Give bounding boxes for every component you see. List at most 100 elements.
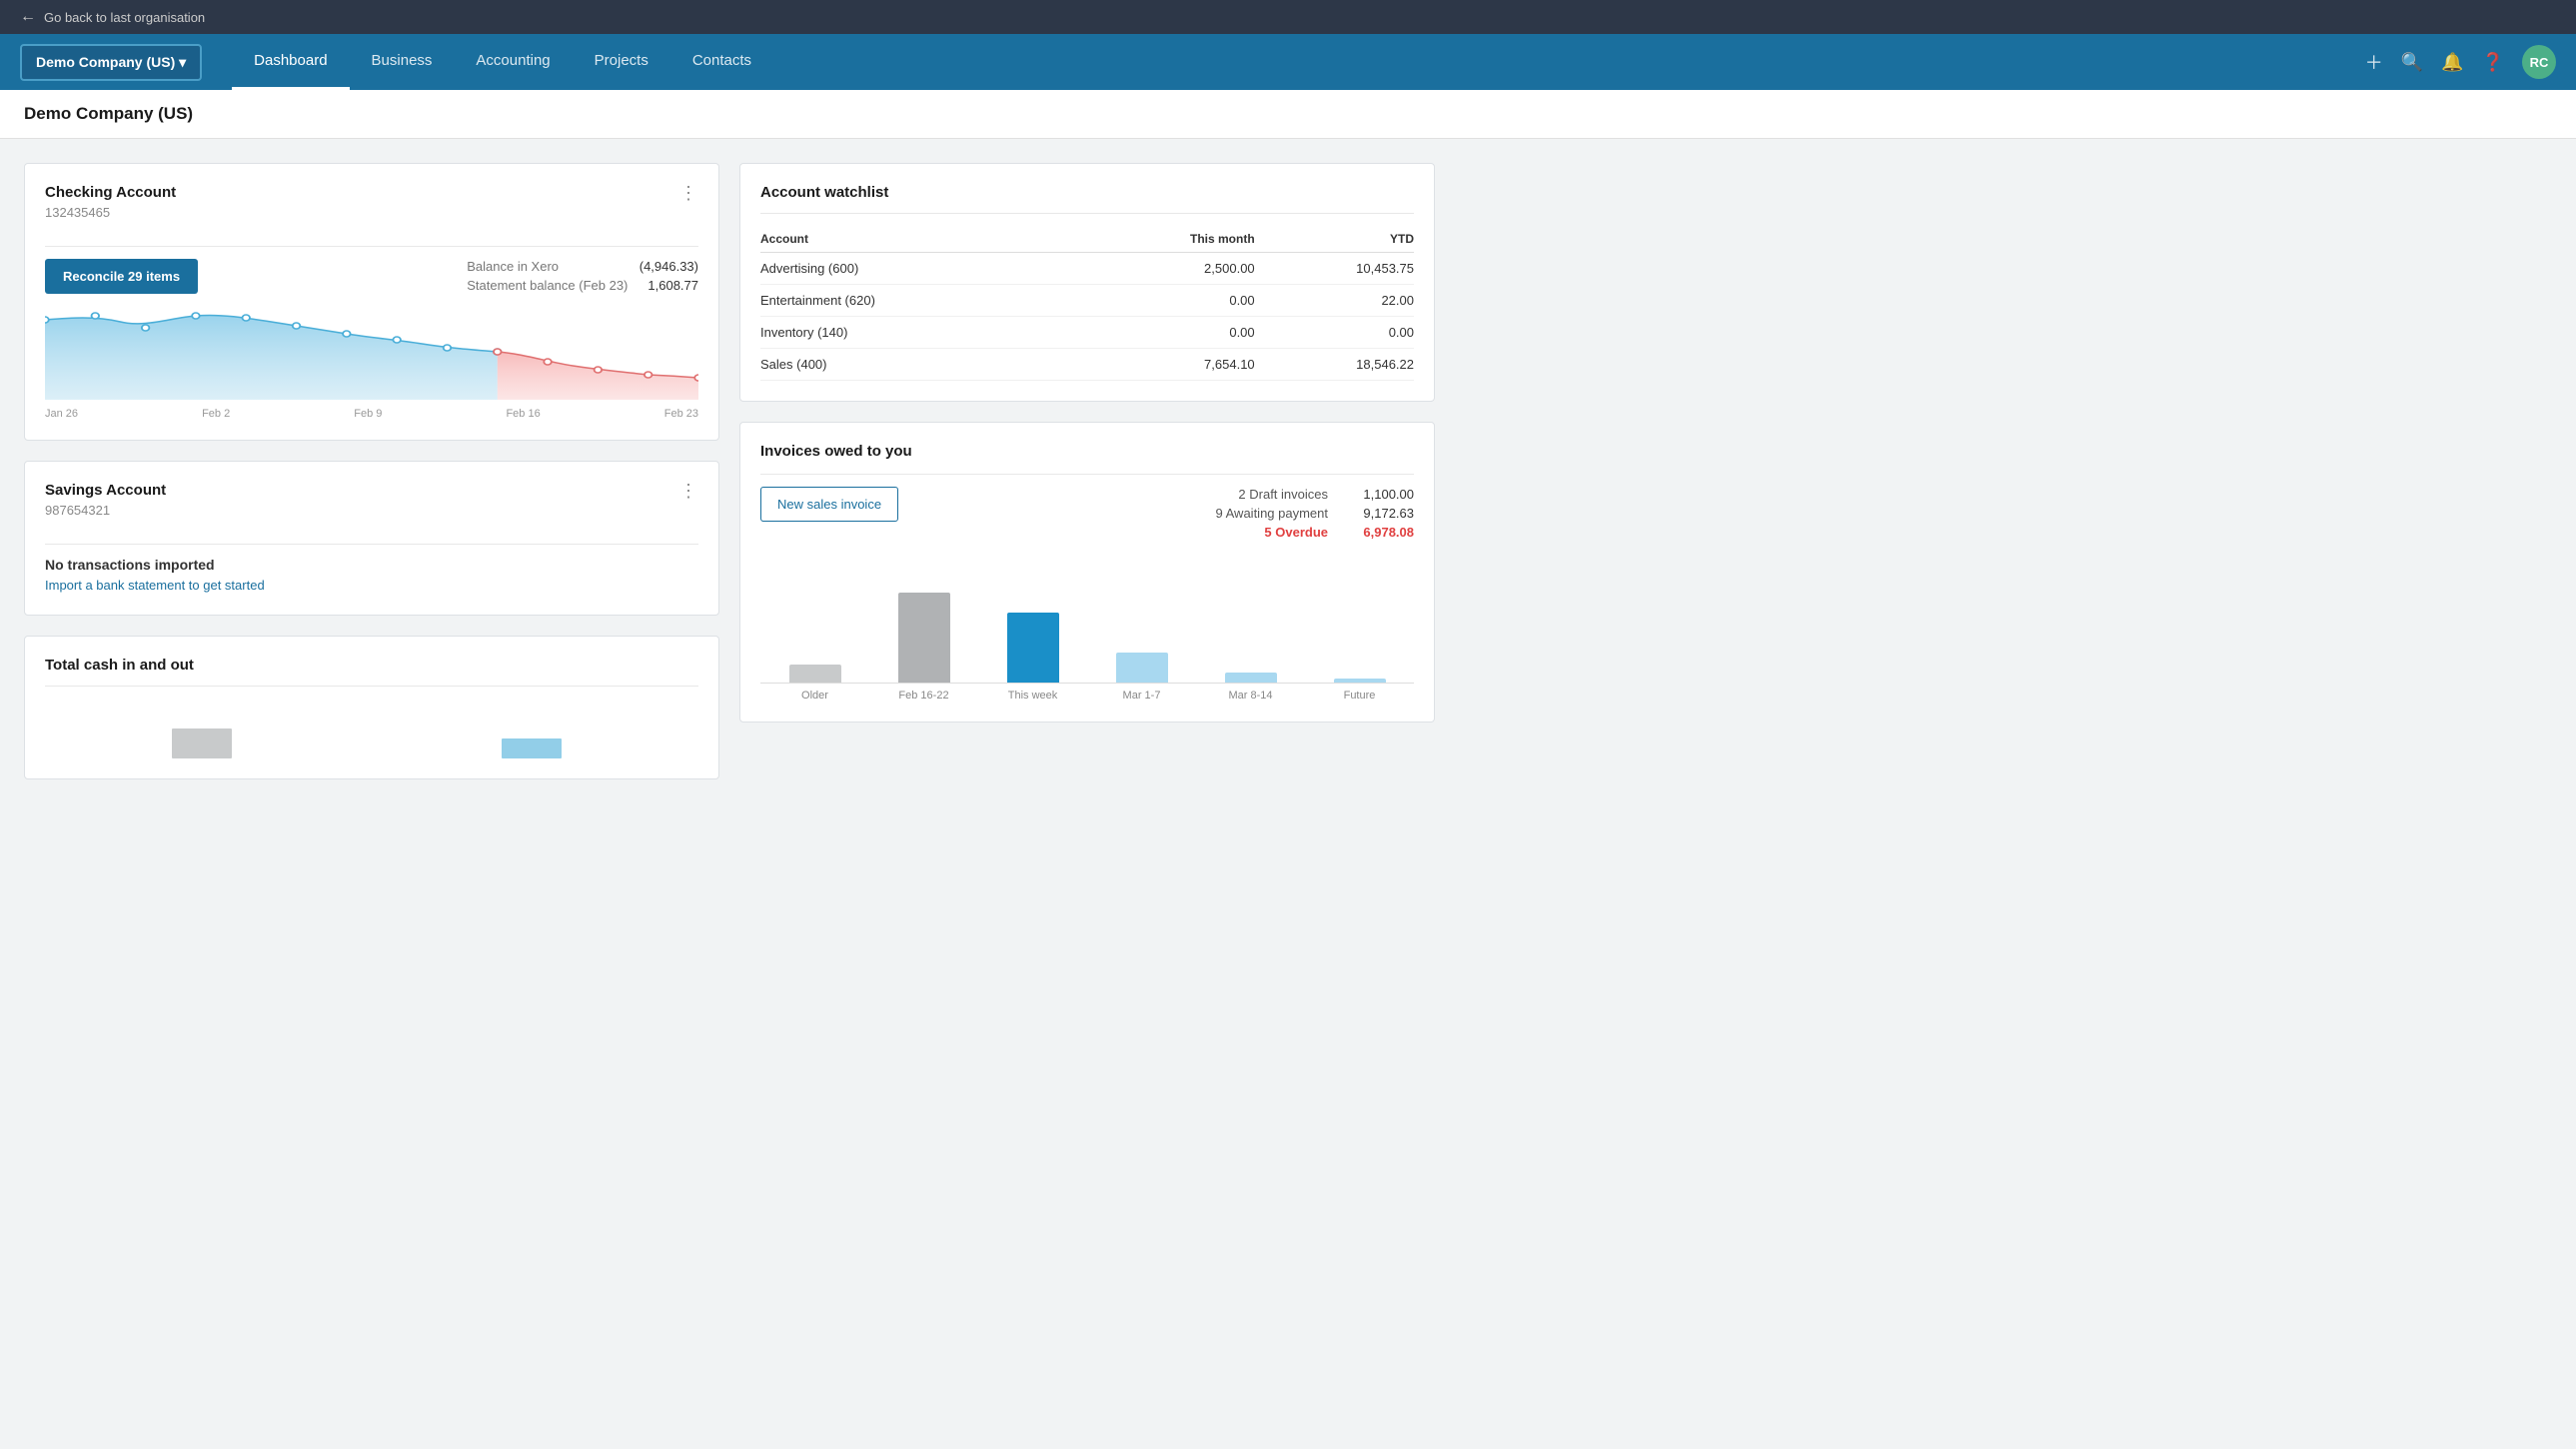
nav-item-dashboard[interactable]: Dashboard xyxy=(232,34,349,90)
awaiting-payment-value: 9,172.63 xyxy=(1344,506,1414,521)
invoices-title: Invoices owed to you xyxy=(760,443,1414,460)
watchlist-this-month-0: 2,500.00 xyxy=(1077,253,1255,285)
checking-account-card: Checking Account 132435465 ⋮ Reconcile 2… xyxy=(24,163,719,441)
bar-label-this-week: This week xyxy=(978,690,1087,702)
page-title: Demo Company (US) xyxy=(24,104,193,123)
invoices-card: Invoices owed to you New sales invoice 2… xyxy=(739,422,1435,723)
watchlist-row: Entertainment (620) 0.00 22.00 xyxy=(760,285,1414,317)
watchlist-ytd-2: 0.00 xyxy=(1255,317,1414,349)
invoice-bar-chart: Older Feb 16-22 This week Mar 1-7 Mar 8-… xyxy=(760,564,1414,702)
watchlist-account-0: Advertising (600) xyxy=(760,253,1077,285)
bar-mar814-bar xyxy=(1225,673,1277,683)
left-column: Checking Account 132435465 ⋮ Reconcile 2… xyxy=(24,163,719,779)
balance-xero-label: Balance in Xero xyxy=(467,259,559,274)
invoices-top-section: New sales invoice 2 Draft invoices 1,100… xyxy=(760,487,1414,544)
new-sales-invoice-button[interactable]: New sales invoice xyxy=(760,487,898,522)
import-bank-statement-link[interactable]: Import a bank statement to get started xyxy=(45,578,265,593)
watchlist-account-1: Entertainment (620) xyxy=(760,285,1077,317)
bar-feb1622 xyxy=(869,593,978,683)
invoice-bars xyxy=(760,564,1414,684)
bar-label-feb1622: Feb 16-22 xyxy=(869,690,978,702)
right-column: Account watchlist Account This month YTD… xyxy=(739,163,1435,779)
watchlist-title: Account watchlist xyxy=(760,184,1414,201)
savings-account-menu-icon[interactable]: ⋮ xyxy=(679,482,698,500)
checking-chart xyxy=(45,310,698,400)
bar-mar814 xyxy=(1196,673,1305,683)
chart-label-jan26: Jan 26 xyxy=(45,408,78,420)
watchlist-col-account: Account xyxy=(760,226,1077,253)
nav-links: Dashboard Business Accounting Projects C… xyxy=(232,34,2365,90)
bar-label-future: Future xyxy=(1305,690,1414,702)
checking-account-menu-icon[interactable]: ⋮ xyxy=(679,184,698,202)
nav-item-projects[interactable]: Projects xyxy=(573,34,670,90)
watchlist-ytd-1: 22.00 xyxy=(1255,285,1414,317)
bar-older-bar xyxy=(789,665,841,683)
search-icon[interactable]: 🔍 xyxy=(2401,52,2423,73)
draft-invoices-value: 1,100.00 xyxy=(1344,487,1414,502)
bar-label-mar17: Mar 1-7 xyxy=(1087,690,1196,702)
checking-account-title: Checking Account xyxy=(45,184,176,201)
watchlist-this-month-1: 0.00 xyxy=(1077,285,1255,317)
add-icon[interactable]: ＋ xyxy=(2365,49,2383,75)
help-icon[interactable]: ❓ xyxy=(2482,52,2504,73)
bell-icon[interactable]: 🔔 xyxy=(2441,52,2463,73)
total-cash-card: Total cash in and out xyxy=(24,636,719,779)
page-header: Demo Company (US) xyxy=(0,90,2576,139)
main-content: Checking Account 132435465 ⋮ Reconcile 2… xyxy=(0,139,1459,803)
back-arrow-icon: ← xyxy=(20,8,36,26)
overdue-value: 6,978.08 xyxy=(1344,525,1414,540)
bar-mar17 xyxy=(1087,653,1196,683)
watchlist-col-this-month: This month xyxy=(1077,226,1255,253)
invoice-stats: 2 Draft invoices 1,100.00 9 Awaiting pay… xyxy=(1216,487,1415,544)
nav-actions: ＋ 🔍 🔔 ❓ RC xyxy=(2365,45,2556,79)
statement-balance-value: 1,608.77 xyxy=(647,278,698,293)
savings-account-card: Savings Account 987654321 ⋮ No transacti… xyxy=(24,461,719,616)
bar-mar17-bar xyxy=(1116,653,1168,683)
draft-invoices-label: 2 Draft invoices xyxy=(1238,487,1328,502)
watchlist-this-month-3: 7,654.10 xyxy=(1077,349,1255,381)
watchlist-row: Inventory (140) 0.00 0.00 xyxy=(760,317,1414,349)
top-bar: ← Go back to last organisation xyxy=(0,0,2576,34)
awaiting-payment-label: 9 Awaiting payment xyxy=(1216,506,1329,521)
bar-feb1622-bar xyxy=(898,593,950,683)
bar-older xyxy=(760,665,869,683)
back-to-org-label[interactable]: Go back to last organisation xyxy=(44,10,205,25)
watchlist-col-ytd: YTD xyxy=(1255,226,1414,253)
savings-account-title: Savings Account xyxy=(45,482,166,499)
bar-chart-labels: Older Feb 16-22 This week Mar 1-7 Mar 8-… xyxy=(760,690,1414,702)
chart-label-feb16: Feb 16 xyxy=(506,408,540,420)
chart-label-feb9: Feb 9 xyxy=(354,408,382,420)
savings-account-number: 987654321 xyxy=(45,503,166,518)
watchlist-account-3: Sales (400) xyxy=(760,349,1077,381)
watchlist-ytd-3: 18,546.22 xyxy=(1255,349,1414,381)
reconcile-button[interactable]: Reconcile 29 items xyxy=(45,259,198,294)
no-transactions-text: No transactions imported xyxy=(45,557,698,573)
main-nav: Demo Company (US) ▾ Dashboard Business A… xyxy=(0,34,2576,90)
bar-future-bar xyxy=(1334,679,1386,683)
nav-item-contacts[interactable]: Contacts xyxy=(670,34,773,90)
watchlist-table: Account This month YTD Advertising (600)… xyxy=(760,226,1414,381)
bar-this-week xyxy=(978,613,1087,683)
company-selector[interactable]: Demo Company (US) ▾ xyxy=(20,44,202,81)
watchlist-card: Account watchlist Account This month YTD… xyxy=(739,163,1435,402)
watchlist-row: Sales (400) 7,654.10 18,546.22 xyxy=(760,349,1414,381)
chart-label-feb2: Feb 2 xyxy=(202,408,230,420)
watchlist-row: Advertising (600) 2,500.00 10,453.75 xyxy=(760,253,1414,285)
total-cash-title: Total cash in and out xyxy=(45,657,698,674)
nav-item-accounting[interactable]: Accounting xyxy=(454,34,572,90)
bar-label-mar814: Mar 8-14 xyxy=(1196,690,1305,702)
balance-info: Balance in Xero (4,946.33) Statement bal… xyxy=(467,259,698,293)
watchlist-account-2: Inventory (140) xyxy=(760,317,1077,349)
user-avatar[interactable]: RC xyxy=(2522,45,2556,79)
statement-balance-label: Statement balance (Feb 23) xyxy=(467,278,628,293)
checking-account-number: 132435465 xyxy=(45,205,176,220)
chart-label-feb23: Feb 23 xyxy=(664,408,698,420)
balance-xero-value: (4,946.33) xyxy=(640,259,698,274)
company-chevron-icon: ▾ xyxy=(179,54,186,70)
bar-future xyxy=(1305,679,1414,683)
nav-item-business[interactable]: Business xyxy=(350,34,455,90)
company-name: Demo Company (US) xyxy=(36,54,175,70)
overdue-label: 5 Overdue xyxy=(1264,525,1328,540)
account-balance-section: Reconcile 29 items Balance in Xero (4,94… xyxy=(45,259,698,294)
watchlist-this-month-2: 0.00 xyxy=(1077,317,1255,349)
